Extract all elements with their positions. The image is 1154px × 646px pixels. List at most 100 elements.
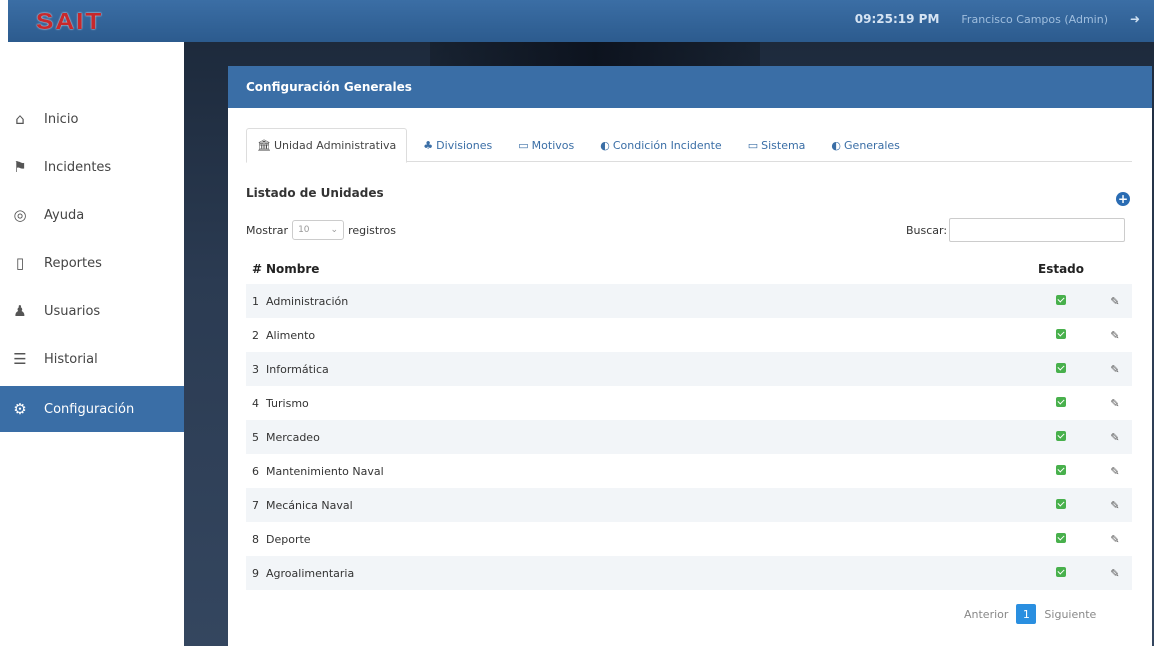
next-page-button[interactable]: Siguiente xyxy=(1044,608,1096,621)
col-name[interactable]: Nombre xyxy=(266,262,1038,276)
length-suffix: registros xyxy=(348,223,396,237)
report-icon: ▯ xyxy=(15,254,25,272)
search-control: Buscar: xyxy=(906,218,1126,242)
tab-unidad-administrativa[interactable]: 🏛 Unidad Administrativa xyxy=(246,128,408,163)
status-active-icon[interactable] xyxy=(1056,294,1066,305)
edit-icon[interactable]: ✎ xyxy=(1110,363,1119,376)
row-name: Deporte xyxy=(266,532,311,546)
logout-icon[interactable]: ➜ xyxy=(1130,13,1142,25)
sidebar-item-ayuda[interactable]: ◎ Ayuda xyxy=(0,192,184,238)
tab-label: Divisiones xyxy=(436,138,493,152)
row-name: Mercadeo xyxy=(266,430,320,444)
pagination: Anterior 1 Siguiente xyxy=(964,604,1096,624)
page-1-button[interactable]: 1 xyxy=(1016,604,1037,624)
row-name: Administración xyxy=(266,294,349,308)
sidebar-item-label: Incidentes xyxy=(44,159,112,175)
panel-title: Configuración Generales xyxy=(228,66,1152,108)
sidebar-item-label: Usuarios xyxy=(44,303,101,319)
status-active-icon[interactable] xyxy=(1056,430,1066,441)
table-row: 1 Administración ✎ xyxy=(246,284,1132,318)
table-row: 7 Mecánica Naval ✎ xyxy=(246,488,1132,522)
sidebar-item-usuarios[interactable]: ♟ Usuarios xyxy=(0,288,184,334)
help-icon: ◎ xyxy=(13,206,27,224)
edit-icon[interactable]: ✎ xyxy=(1110,397,1119,410)
sitemap-icon: ♣ xyxy=(423,138,434,152)
folder-icon: ▭ xyxy=(518,138,529,152)
toggle-icon: ◐ xyxy=(600,138,610,152)
table-row: 3 Informática ✎ xyxy=(246,352,1132,386)
status-active-icon[interactable] xyxy=(1056,464,1066,475)
units-table: # Nombre Estado 1 Administración ✎ 2 Ali… xyxy=(246,254,1132,590)
sidebar-item-historial[interactable]: ☰ Historial xyxy=(0,336,184,382)
app-logo[interactable]: SAIT xyxy=(36,8,103,36)
chevron-down-icon: ⌄ xyxy=(330,225,339,235)
status-active-icon[interactable] xyxy=(1056,532,1066,543)
tab-label: Unidad Administrativa xyxy=(273,139,397,152)
edit-icon[interactable]: ✎ xyxy=(1110,431,1119,444)
tab-condicion-incidente[interactable]: ◐ Condición Incidente xyxy=(590,128,731,162)
row-name: Informática xyxy=(266,362,329,376)
row-num: 2 xyxy=(252,328,259,342)
row-num: 1 xyxy=(252,294,259,308)
length-prefix: Mostrar xyxy=(246,223,289,237)
sidebar-item-label: Historial xyxy=(44,351,98,367)
edit-icon[interactable]: ✎ xyxy=(1110,295,1119,308)
edit-icon[interactable]: ✎ xyxy=(1110,533,1119,546)
row-name: Mantenimiento Naval xyxy=(266,464,384,478)
row-num: 6 xyxy=(252,464,259,478)
tab-label: Motivos xyxy=(531,138,575,152)
add-icon[interactable]: + xyxy=(1116,192,1130,206)
row-num: 3 xyxy=(252,362,259,376)
tab-generales[interactable]: ◐ Generales xyxy=(821,128,909,162)
row-name: Mecánica Naval xyxy=(266,498,353,512)
sidebar-item-reportes[interactable]: ▯ Reportes xyxy=(0,240,184,286)
col-num[interactable]: # xyxy=(246,262,266,276)
tab-label: Generales xyxy=(844,138,900,152)
search-input[interactable] xyxy=(949,218,1126,242)
search-label: Buscar: xyxy=(906,223,948,237)
table-row: 9 Agroalimentaria ✎ xyxy=(246,556,1132,590)
prev-page-button[interactable]: Anterior xyxy=(964,608,1008,621)
edit-icon[interactable]: ✎ xyxy=(1110,465,1119,478)
gear-icon: ⚙ xyxy=(13,400,27,418)
row-num: 5 xyxy=(252,430,259,444)
table-row: 4 Turismo ✎ xyxy=(246,386,1132,420)
length-value: 10 xyxy=(298,225,310,235)
status-active-icon[interactable] xyxy=(1056,566,1066,577)
home-icon: ⌂ xyxy=(15,110,25,128)
tab-label: Sistema xyxy=(761,138,806,152)
sidebar-item-configuracion[interactable]: ⚙ Configuración xyxy=(0,386,184,432)
users-icon: ♟ xyxy=(13,302,27,320)
tab-sistema[interactable]: ▭ Sistema xyxy=(738,128,816,162)
status-active-icon[interactable] xyxy=(1056,396,1066,407)
tab-bar: 🏛 Unidad Administrativa ♣ Divisiones ▭ M… xyxy=(246,128,1132,163)
tab-motivos[interactable]: ▭ Motivos xyxy=(508,128,584,162)
list-title: Listado de Unidades xyxy=(246,186,384,200)
top-navbar: SAIT 09:25:19 PM Francisco Campos (Admin… xyxy=(8,0,1154,42)
edit-icon[interactable]: ✎ xyxy=(1110,499,1119,512)
sidebar-item-incidentes[interactable]: ⚑ Incidentes xyxy=(0,144,184,190)
sidebar: ⌂ Inicio ⚑ Incidentes ◎ Ayuda ▯ Reportes… xyxy=(0,42,184,646)
user-name[interactable]: Francisco Campos (Admin) xyxy=(961,13,1108,26)
sidebar-item-inicio[interactable]: ⌂ Inicio xyxy=(0,96,184,142)
status-active-icon[interactable] xyxy=(1056,328,1066,339)
topbar-right: 09:25:19 PM Francisco Campos (Admin) ➜ xyxy=(855,12,1142,26)
toggle-icon: ◐ xyxy=(831,138,842,152)
row-name: Agroalimentaria xyxy=(266,566,355,580)
incident-icon: ⚑ xyxy=(13,158,27,176)
edit-icon[interactable]: ✎ xyxy=(1110,567,1119,580)
col-status[interactable]: Estado xyxy=(1038,262,1098,276)
row-num: 7 xyxy=(252,498,259,512)
status-active-icon[interactable] xyxy=(1056,498,1066,509)
edit-icon[interactable]: ✎ xyxy=(1110,329,1119,342)
table-row: 5 Mercadeo ✎ xyxy=(246,420,1132,454)
status-active-icon[interactable] xyxy=(1056,362,1066,373)
table-row: 8 Deporte ✎ xyxy=(246,522,1132,556)
sidebar-item-label: Configuración xyxy=(44,401,135,417)
tab-divisiones[interactable]: ♣ Divisiones xyxy=(413,128,502,162)
sidebar-item-label: Reportes xyxy=(44,255,102,271)
history-icon: ☰ xyxy=(13,350,27,368)
length-select[interactable]: 10 ⌄ xyxy=(292,220,345,240)
length-control: Mostrar 10 ⌄ registros xyxy=(246,220,396,240)
tab-label: Condición Incidente xyxy=(612,138,722,152)
